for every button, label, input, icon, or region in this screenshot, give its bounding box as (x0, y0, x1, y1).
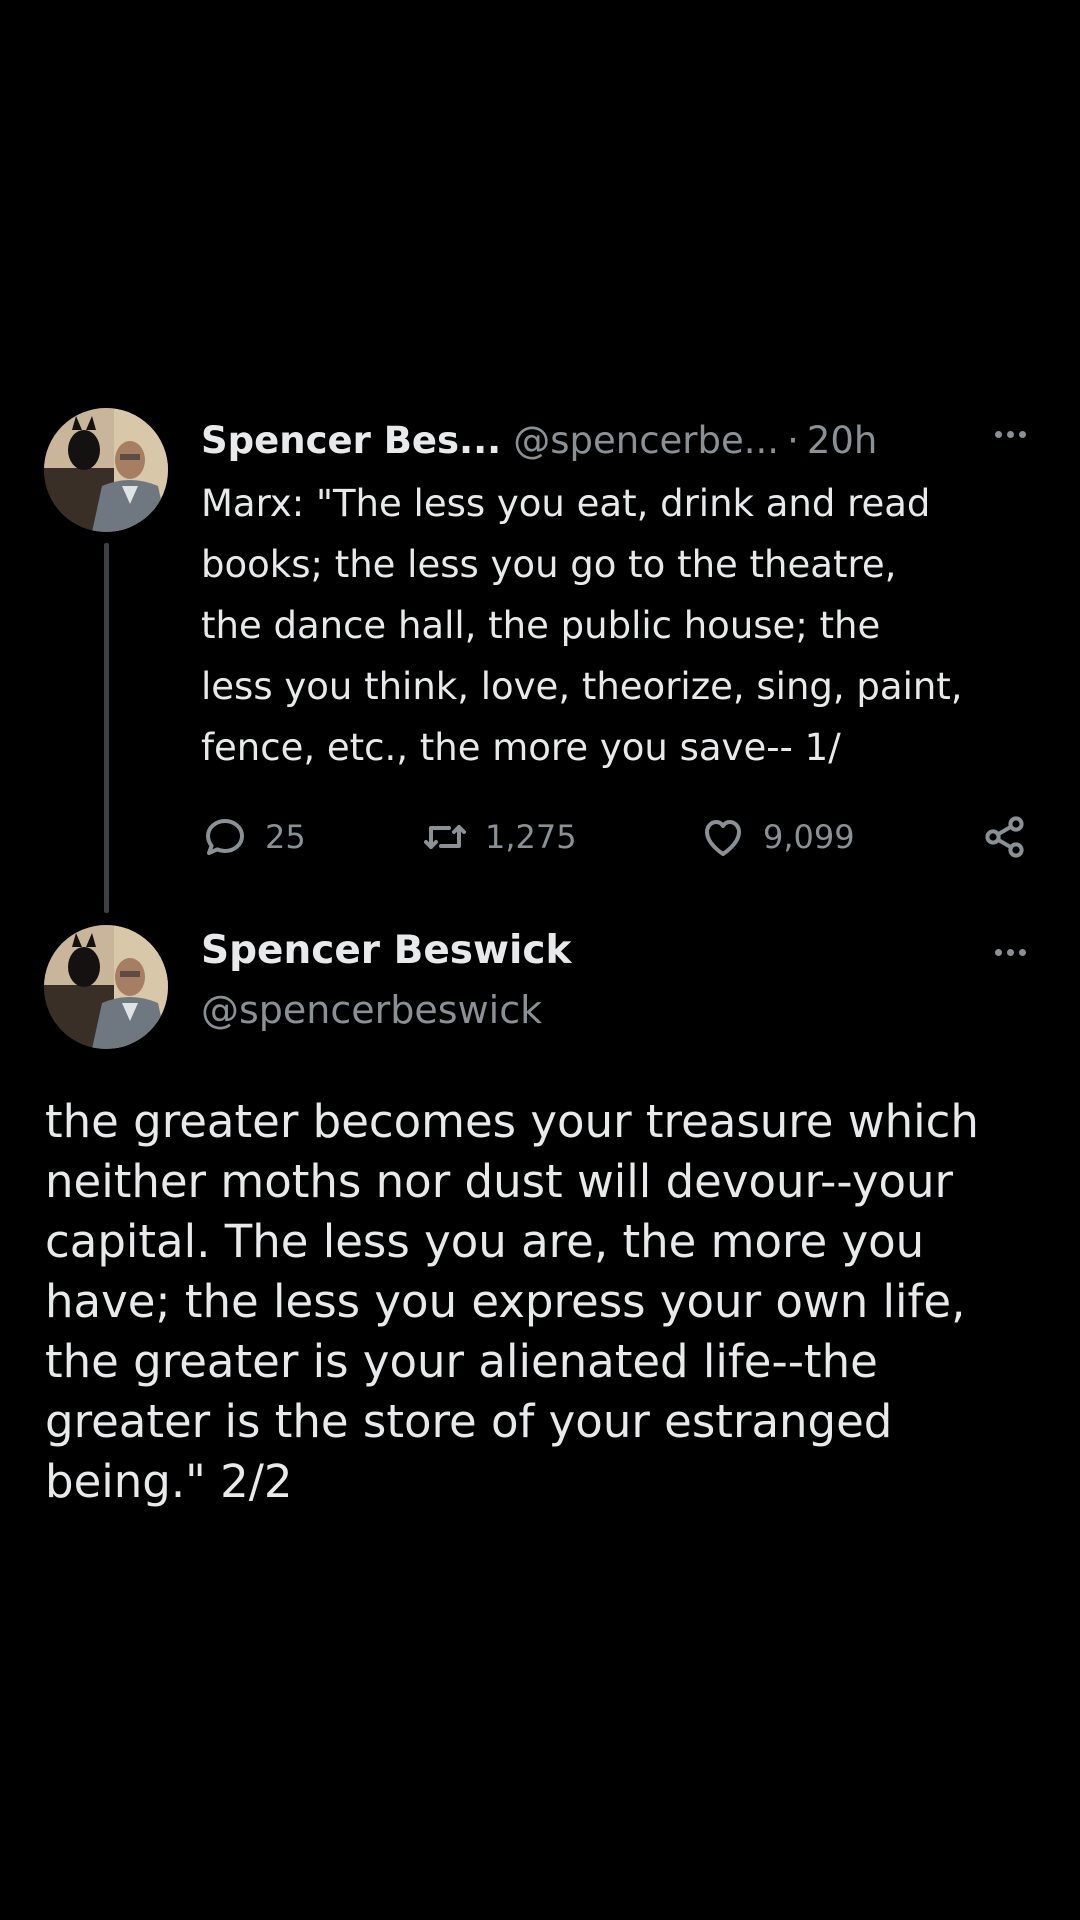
tweet-text-line: fence, etc., the more you save-- 1/ (201, 726, 841, 769)
avatar[interactable] (44, 408, 168, 532)
tweet-text-line: books; the less you go to the theatre, (201, 543, 897, 586)
more-dot (1018, 948, 1026, 956)
thread-connector-line (104, 543, 109, 913)
tweet-text-line: greater is the store of your estranged (45, 1395, 893, 1448)
reply-icon (206, 819, 244, 855)
tweet-text-line: the greater is your alienated life--the (45, 1335, 878, 1388)
tweet-text-line: the greater becomes your treasure which (45, 1095, 979, 1148)
more-options-button[interactable] (982, 932, 1038, 972)
author-handle[interactable]: @spencerbe... (513, 419, 779, 462)
share-button[interactable] (981, 810, 1029, 864)
profile-photo-icon (44, 925, 168, 1049)
heart-icon (705, 820, 741, 856)
tweet-text: Marx: "The less you eat, drink and read … (201, 473, 1061, 778)
more-dot (1018, 430, 1026, 438)
tweet-text: the greater becomes your treasure which … (45, 1092, 1055, 1512)
tweet-text-line: have; the less you express your own life… (45, 1275, 966, 1328)
more-options-button[interactable] (982, 414, 1038, 454)
tweet-text-line: capital. The less you are, the more you (45, 1215, 925, 1268)
avatar[interactable] (44, 925, 168, 1049)
author-handle[interactable]: @spencerbeswick (201, 988, 542, 1032)
more-dot (1006, 948, 1014, 956)
tweet-text-line: Marx: "The less you eat, drink and read (201, 482, 931, 525)
tweet-text-line: neither moths nor dust will devour--your (45, 1155, 954, 1208)
tweet-text-line: less you think, love, theorize, sing, pa… (201, 665, 963, 708)
tweet-text-line: the dance hall, the public house; the (201, 604, 881, 647)
retweet-count: 1,275 (485, 818, 577, 856)
tweet-thread: Spencer Bes... @spencerbe... · 20h Marx:… (0, 0, 1080, 1920)
like-button[interactable]: 9,099 (699, 810, 855, 864)
retweet-icon (424, 825, 466, 849)
share-icon (985, 816, 1024, 858)
tweet-header: Spencer Bes... @spencerbe... · 20h (201, 412, 877, 468)
author-name[interactable]: Spencer Beswick (201, 928, 571, 973)
reply-count: 25 (265, 818, 306, 856)
tweet-text-line: being." 2/2 (45, 1455, 293, 1508)
reply-button[interactable]: 25 (201, 810, 306, 864)
more-dot (1006, 430, 1014, 438)
like-count: 9,099 (763, 818, 855, 856)
more-horizontal-icon (994, 948, 1002, 956)
tweet-actions: 25 1,275 9,099 (201, 810, 1031, 864)
more-horizontal-icon (994, 430, 1002, 438)
retweet-button[interactable]: 1,275 (421, 810, 577, 864)
author-name[interactable]: Spencer Bes... (201, 419, 501, 462)
dot-separator: · (787, 418, 799, 462)
tweet-timestamp[interactable]: 20h (807, 419, 878, 462)
profile-photo-icon (44, 408, 168, 532)
